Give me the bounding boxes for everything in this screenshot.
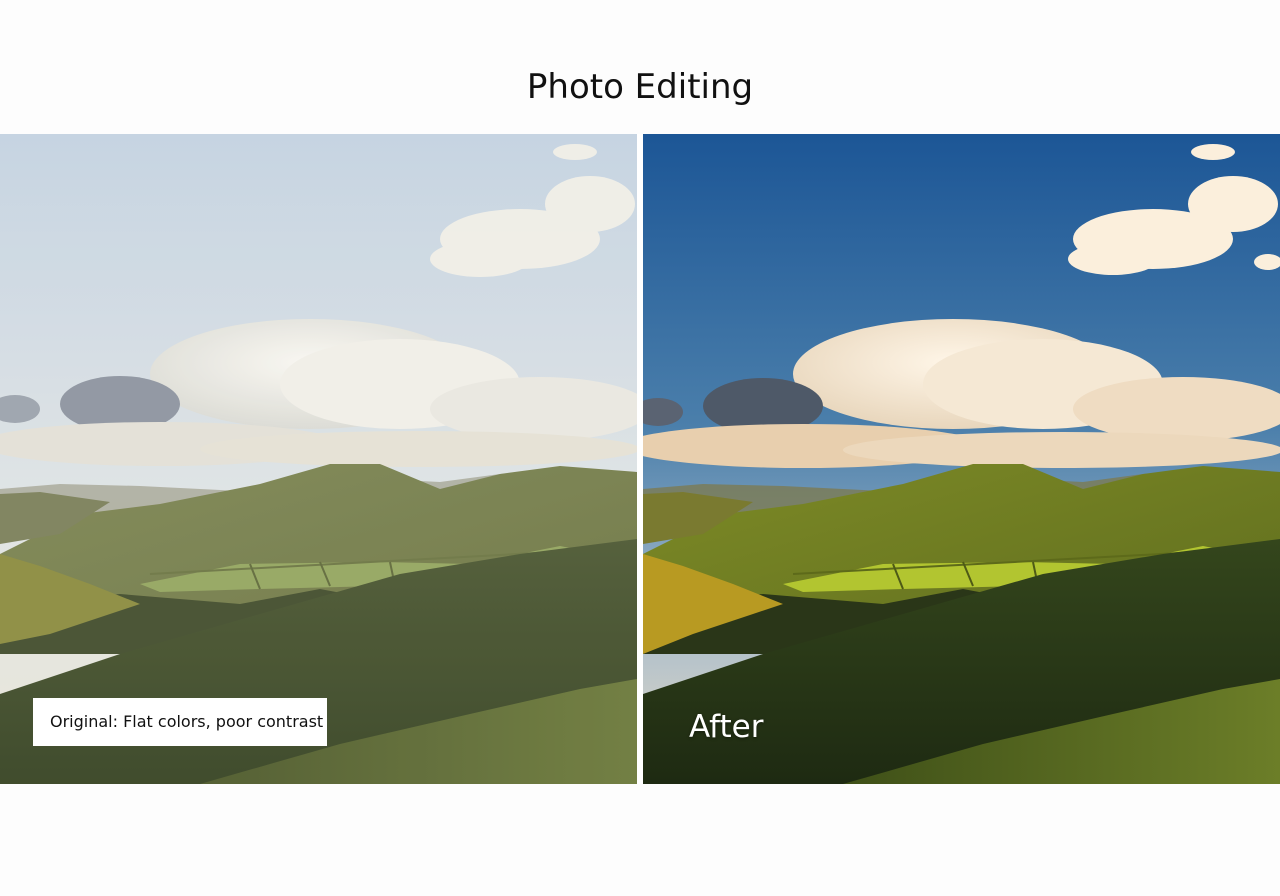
before-landscape-image <box>0 134 637 784</box>
after-photo <box>643 134 1280 784</box>
after-label: After <box>689 709 764 745</box>
page-title: Photo Editing <box>526 67 754 107</box>
original-caption: Original: Flat colors, poor contrast <box>33 698 327 746</box>
after-landscape-image <box>643 134 1280 784</box>
page: Photo Editing Original: Flat colors, poo… <box>0 0 1280 896</box>
before-photo <box>0 134 637 784</box>
